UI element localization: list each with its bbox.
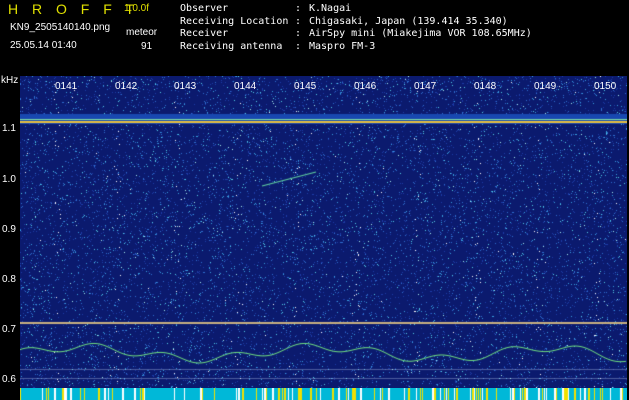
info-value: K.Nagai bbox=[309, 3, 352, 14]
info-key: Receiving Location bbox=[180, 15, 289, 27]
y-tick-0-6: 0.6 bbox=[2, 374, 16, 385]
time-tick-0149: 0149 bbox=[534, 81, 557, 92]
info-row-receiver: Receiver: AirSpy mini (Miakejima VOR 108.… bbox=[180, 28, 532, 41]
timestamp: 25.05.14 01:40 bbox=[10, 40, 77, 51]
info-colon: : bbox=[295, 40, 302, 52]
time-tick-0150: 0150 bbox=[594, 81, 617, 92]
info-key: Receiver bbox=[180, 28, 229, 39]
app-name: H R O F F T bbox=[8, 1, 139, 17]
time-tick-0147: 0147 bbox=[414, 81, 437, 92]
info-row-location: Receiving Location: Chigasaki, Japan (139… bbox=[180, 16, 532, 29]
observation-info: Observer: K.Nagai Receiving Location: Chig… bbox=[180, 3, 532, 53]
time-tick-0144: 0144 bbox=[234, 81, 257, 92]
y-tick-1-0: 1.0 bbox=[2, 174, 16, 185]
event-count: 91 bbox=[141, 41, 153, 52]
time-tick-0146: 0146 bbox=[354, 81, 377, 92]
app-version: 1.0.0f bbox=[124, 3, 150, 14]
spectrogram-canvas bbox=[20, 76, 627, 388]
time-tick-0148: 0148 bbox=[474, 81, 497, 92]
spectrogram bbox=[20, 76, 627, 388]
info-value: AirSpy mini (Miakejima VOR 108.65MHz) bbox=[309, 28, 532, 39]
time-tick-0145: 0145 bbox=[294, 81, 317, 92]
y-tick-1-1: 1.1 bbox=[2, 123, 16, 134]
info-key: Receiving antenna bbox=[180, 40, 283, 52]
header-panel: H R O F F T 1.0.0f KN9_2505140140.png me… bbox=[0, 0, 629, 74]
mode-label: meteor bbox=[126, 27, 158, 38]
info-colon: : bbox=[295, 15, 302, 27]
time-tick-0141: 0141 bbox=[55, 81, 78, 92]
info-colon: : bbox=[295, 28, 302, 39]
info-value: Maspro FM-3 bbox=[309, 40, 376, 52]
frequency-unit: kHz bbox=[1, 75, 19, 86]
y-tick-0-8: 0.8 bbox=[2, 274, 16, 285]
info-row-observer: Observer: K.Nagai bbox=[180, 3, 532, 16]
time-tick-0143: 0143 bbox=[174, 81, 197, 92]
file-name: KN9_2505140140.png bbox=[10, 22, 111, 33]
info-row-antenna: Receiving antenna: Maspro FM-3 bbox=[180, 41, 532, 54]
info-value: Chigasaki, Japan (139.414 35.340) bbox=[309, 15, 508, 27]
y-tick-0-7: 0.7 bbox=[2, 324, 16, 335]
power-bar-canvas bbox=[20, 388, 627, 400]
info-key: Observer bbox=[180, 3, 229, 14]
time-tick-0142: 0142 bbox=[115, 81, 138, 92]
y-tick-0-9: 0.9 bbox=[2, 224, 16, 235]
power-bar bbox=[20, 388, 627, 400]
info-colon: : bbox=[295, 3, 302, 14]
